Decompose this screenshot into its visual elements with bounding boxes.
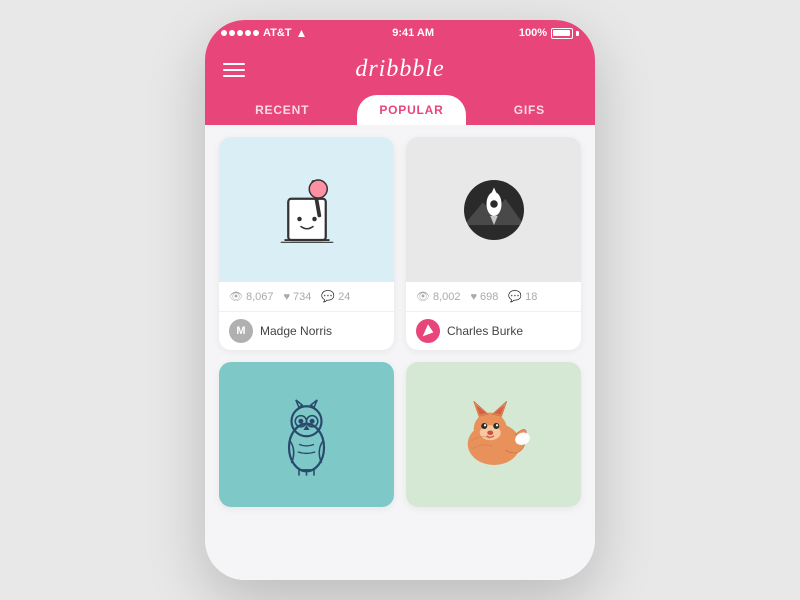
menu-button[interactable] <box>223 63 245 77</box>
avatar-image-2 <box>416 319 440 343</box>
card-author-rocket[interactable]: Charles Burke <box>406 312 581 350</box>
eye-icon: 👁 <box>229 290 243 303</box>
views-count-2: 8,002 <box>433 291 461 303</box>
fox-illustration <box>449 390 539 480</box>
signal-dots <box>221 30 259 36</box>
stat-likes-2: ♥ 698 <box>471 291 499 303</box>
card-author-drink[interactable]: M Madge Norris <box>219 312 394 350</box>
stat-views: 👁 8,067 <box>229 290 274 303</box>
likes-count: 734 <box>293 291 311 303</box>
stat-comments: 💬 24 <box>321 290 350 303</box>
status-bar: AT&T ▲ 9:41 AM 100% <box>205 20 595 46</box>
card-owl[interactable] <box>219 362 394 507</box>
app-logo: dribbble <box>355 56 444 83</box>
stat-views-2: 👁 8,002 <box>416 290 461 303</box>
comment-icon-2: 💬 <box>508 290 522 303</box>
comments-count: 24 <box>338 291 350 303</box>
carrier-label: AT&T <box>263 27 292 39</box>
battery-percent: 100% <box>519 27 547 39</box>
views-count: 8,067 <box>246 291 274 303</box>
stat-likes: ♥ 734 <box>284 291 312 303</box>
avatar-madge: M <box>229 319 253 343</box>
avatar-charles <box>416 319 440 343</box>
header: dribbble RECENT POPULAR GIFS <box>205 46 595 125</box>
status-left: AT&T ▲ <box>221 26 307 40</box>
content-area: 👁 8,067 ♥ 734 💬 24 M <box>205 125 595 580</box>
owl-illustration <box>269 380 344 490</box>
card-image-owl <box>219 362 394 507</box>
card-fox[interactable] <box>406 362 581 507</box>
card-image-fox <box>406 362 581 507</box>
phone-frame: AT&T ▲ 9:41 AM 100% dribbble RECENT POPU… <box>205 20 595 580</box>
author-name-1: Madge Norris <box>260 324 332 338</box>
author-name-2: Charles Burke <box>447 324 523 338</box>
tab-gifs[interactable]: GIFS <box>498 95 561 125</box>
comment-icon: 💬 <box>321 290 335 303</box>
heart-icon-2: ♥ <box>471 291 478 303</box>
card-drink[interactable]: 👁 8,067 ♥ 734 💬 24 M <box>219 137 394 350</box>
time-label: 9:41 AM <box>392 27 434 39</box>
drink-illustration <box>262 165 352 255</box>
likes-count-2: 698 <box>480 291 498 303</box>
card-image-rocket <box>406 137 581 282</box>
tab-popular[interactable]: POPULAR <box>357 95 465 125</box>
battery-icon <box>551 28 579 39</box>
wifi-icon: ▲ <box>296 26 308 40</box>
rocket-illustration <box>449 165 539 255</box>
card-image-drink <box>219 137 394 282</box>
card-stats-rocket: 👁 8,002 ♥ 698 💬 18 <box>406 282 581 312</box>
avatar-image: M <box>229 319 253 343</box>
eye-icon-2: 👁 <box>416 290 430 303</box>
heart-icon: ♥ <box>284 291 291 303</box>
cards-grid: 👁 8,067 ♥ 734 💬 24 M <box>219 137 581 507</box>
card-stats-drink: 👁 8,067 ♥ 734 💬 24 <box>219 282 394 312</box>
stat-comments-2: 💬 18 <box>508 290 537 303</box>
tab-recent[interactable]: RECENT <box>239 95 325 125</box>
header-top: dribbble <box>223 56 577 83</box>
tab-bar: RECENT POPULAR GIFS <box>223 95 577 125</box>
comments-count-2: 18 <box>525 291 537 303</box>
card-rocket[interactable]: 👁 8,002 ♥ 698 💬 18 <box>406 137 581 350</box>
